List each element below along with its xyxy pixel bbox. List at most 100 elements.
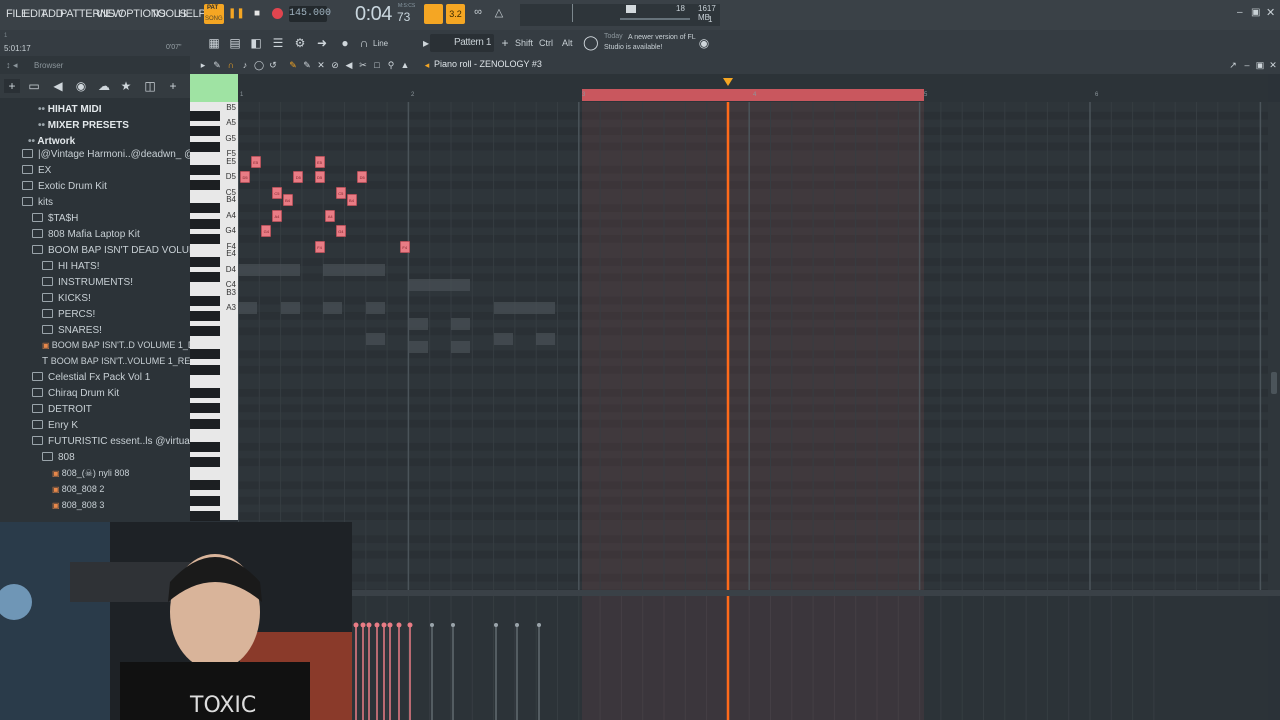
black-key[interactable] [190,349,220,360]
velocity-handle[interactable] [387,622,393,628]
browser-item[interactable]: PERCS! [42,309,95,320]
playhead-marker-icon[interactable] [723,78,733,86]
note[interactable]: B4 [346,194,357,207]
pr-detach-icon[interactable]: ↗ [1226,58,1240,72]
select-icon[interactable]: □ [370,58,384,72]
black-key[interactable] [190,326,220,337]
black-key[interactable] [190,511,220,522]
note-grid[interactable]: E5 D5 C5 D5 D5 E5 C5 D5 B4 A4 A4 B4 G4 G4 F4 F4 [238,102,1268,590]
arrow-right-icon[interactable]: ➜ [315,36,329,50]
note[interactable]: D5 [314,171,325,184]
pr-min-icon[interactable]: – [1240,58,1254,72]
pr-note-icon[interactable]: ♪ [238,58,252,72]
note[interactable]: D5 [357,171,368,184]
zoom-icon[interactable]: ⚲ [384,58,398,72]
note[interactable]: G4 [261,225,272,238]
black-key[interactable] [190,457,220,468]
note[interactable]: B4 [282,194,293,207]
browser-item[interactable]: SNARES! [42,325,102,336]
velocity-handle[interactable] [374,622,380,628]
tag-icon[interactable]: ◫ [143,79,157,93]
plugin-icon[interactable]: ⚙ [293,36,307,50]
pr-magnet-icon[interactable]: ∩ [224,58,238,72]
timeline[interactable]: 1 2 3 4 5 6 [238,74,1268,102]
mixer-icon[interactable]: ☰ [271,36,285,50]
black-key[interactable] [190,403,220,414]
piano-keyboard[interactable]: B5 A5 G5 F5 E5 D5 C5 B4 A4 G4 F4 E4 D4 C4 B3 A3 [190,102,238,522]
pause-icon[interactable]: ❚❚ [228,6,245,22]
note[interactable]: E5 [250,155,261,168]
browser-nav-icon[interactable]: ↕ ◂ [6,60,18,71]
minimize-icon[interactable]: – [1237,7,1243,18]
browser-item[interactable]: Enry K [32,420,78,431]
black-key[interactable] [190,387,220,398]
pr-arrow-icon[interactable]: ◂ [420,58,434,72]
ctrl-key[interactable]: Ctrl [539,38,553,48]
playlist-icon[interactable]: ▦ [207,36,221,50]
news-icon[interactable]: ◯ [583,35,599,49]
note[interactable]: A4 [271,209,282,222]
maximize-icon[interactable]: ▣ [1251,7,1260,18]
browser-item[interactable]: BOOM BAP ISN'T DEAD VOLUME 1 [0,243,212,258]
black-key[interactable] [190,418,220,429]
browser-item[interactable]: INSTRUMENTS! [42,277,133,288]
pattern-overview[interactable] [190,74,238,102]
note[interactable]: G4 [335,225,346,238]
note[interactable]: F4 [314,240,325,253]
browser-item[interactable]: DETROIT [32,404,92,415]
shift-key[interactable]: Shift [515,38,533,48]
blend-icon[interactable]: ∞ [470,6,486,22]
browser-plugins-icon[interactable]: ◀ [51,79,65,93]
browser-item[interactable]: •• MIXER PRESETS [38,120,129,131]
browser-item[interactable]: Exotic Drum Kit [22,181,107,192]
browser-item[interactable]: ▣ 808_808 2 [52,484,104,495]
browser-files-icon[interactable]: ▭ [27,79,41,93]
magnet-icon[interactable]: ∩ [357,36,371,50]
slice-icon[interactable]: ✂ [356,58,370,72]
browser-item[interactable]: 808 Mafia Laptop Kit [32,229,140,240]
browser-item[interactable]: EX [22,165,51,176]
note[interactable]: C5 [271,186,282,199]
note[interactable]: D5 [240,171,250,184]
browser-item[interactable]: kits [22,197,53,208]
browser-item[interactable]: KICKS! [42,293,91,304]
velocity-handle[interactable] [353,622,359,628]
pattern-selector[interactable]: Pattern 1 [430,34,494,52]
step-edit-icon[interactable] [424,4,443,24]
black-key[interactable] [190,441,220,452]
menu-help[interactable]: HELP [178,8,206,20]
pat-song-toggle[interactable]: PAT SONG [204,4,224,24]
browser-all-icon[interactable]: + [4,79,20,93]
browser-item[interactable]: •• Artwork [28,136,75,147]
note[interactable]: F4 [399,240,410,253]
note[interactable]: A4 [325,209,336,222]
stop-icon[interactable]: ■ [249,6,265,22]
browser-item[interactable]: •• HIHAT MIDI [38,104,101,115]
velocity-handle[interactable] [360,622,366,628]
vertical-scrollbar[interactable] [1268,102,1280,590]
note[interactable]: E5 [314,155,325,168]
pr-max-icon[interactable]: ▣ [1253,58,1267,72]
velocity-panel[interactable] [352,596,1268,720]
update-icon[interactable]: ◉ [697,36,711,50]
news-text[interactable]: A newer version of FL Studio is availabl… [604,33,696,53]
browser-db-icon[interactable]: ◉ [74,79,88,93]
channel-rack-icon[interactable]: ▤ [228,36,242,50]
pencil-icon[interactable]: ✎ [286,58,300,72]
browser-item[interactable]: 808 [42,452,75,463]
browser-item[interactable]: $TA$H [32,213,78,224]
note[interactable]: C5 [335,186,346,199]
microphone-icon[interactable]: ● [338,36,352,50]
slip-icon[interactable]: ◀ [342,58,356,72]
star-icon[interactable]: ★ [119,79,133,93]
black-key[interactable] [190,364,220,375]
black-key[interactable] [190,480,220,491]
velocity-handle[interactable] [407,622,413,628]
browser-item[interactable]: HI HATS! [42,261,99,272]
close-icon[interactable]: ✕ [1266,6,1275,19]
paint-icon[interactable]: ✎ [300,58,314,72]
countdown-icon[interactable]: 3.2 [446,4,465,24]
pr-undo-icon[interactable]: ↺ [266,58,280,72]
browser-item[interactable]: FUTURISTIC essent..ls @virtualflavor [32,436,217,447]
black-key[interactable] [190,495,220,506]
